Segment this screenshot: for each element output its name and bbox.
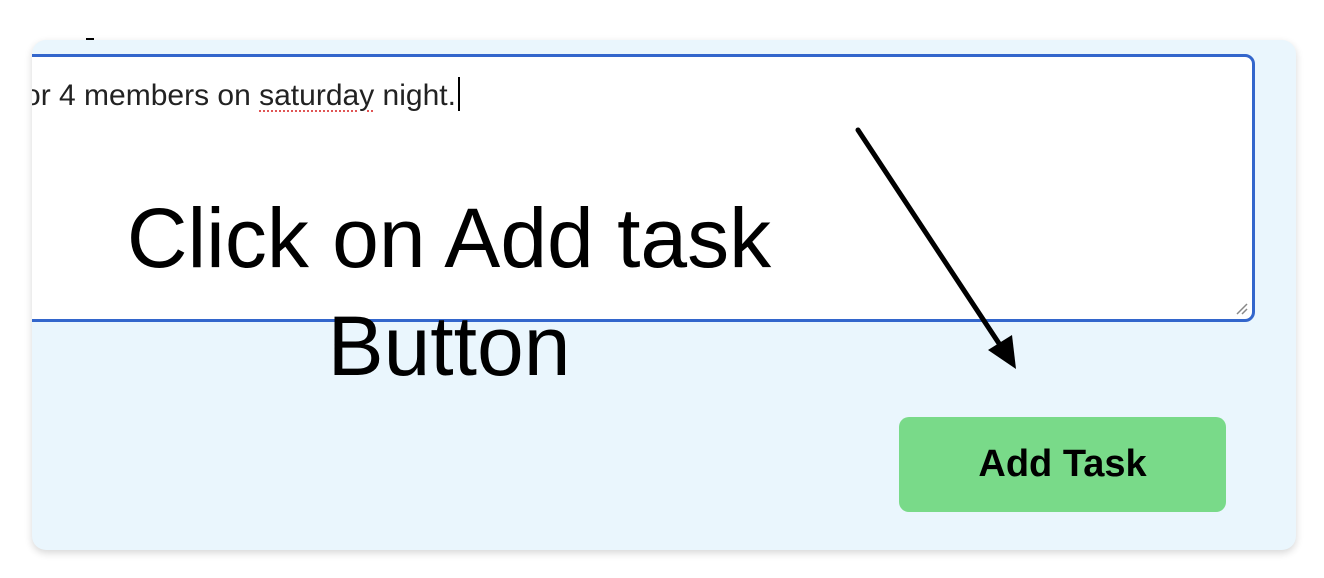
annotation-line-2: Button xyxy=(327,299,571,393)
text-caret xyxy=(457,77,460,111)
screenshot-stage: ow for 4 members on saturday night. Clic… xyxy=(0,0,1324,578)
textarea-text-before: ow for 4 members on xyxy=(32,79,251,112)
instruction-annotation: Click on Add task Button xyxy=(64,184,834,400)
textarea-text-after: night. xyxy=(374,79,456,112)
add-task-button[interactable]: Add Task xyxy=(899,417,1226,512)
misspelled-word: saturday xyxy=(259,79,375,112)
textarea-content: ow for 4 members on saturday night. xyxy=(32,77,460,111)
annotation-line-1: Click on Add task xyxy=(126,191,772,285)
resize-grip-icon[interactable] xyxy=(1234,301,1248,315)
